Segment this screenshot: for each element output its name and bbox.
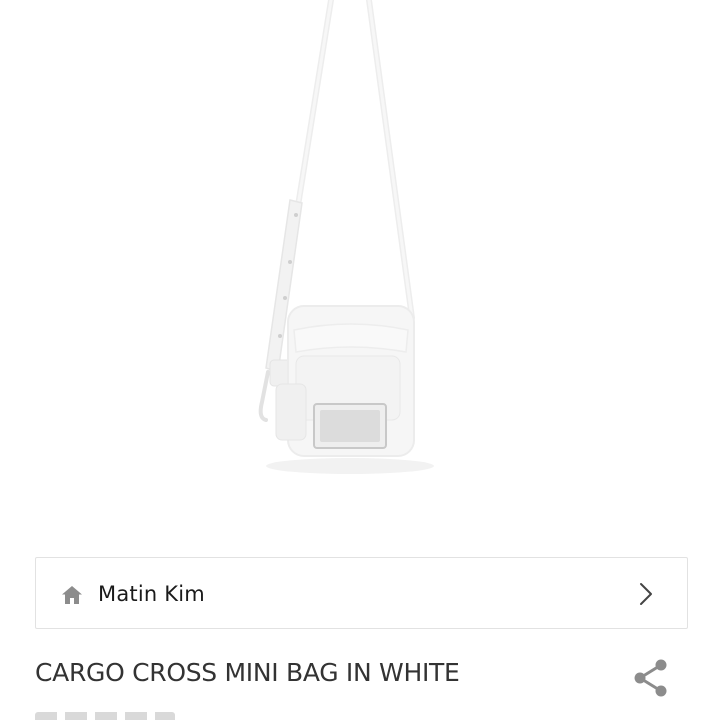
product-page: Matin Kim CARGO CROSS MINI BAG IN WHITE (0, 0, 720, 720)
home-icon (62, 586, 82, 604)
price-partial (35, 712, 175, 720)
brand-name: Matin Kim (98, 582, 205, 606)
share-icon[interactable] (632, 658, 670, 698)
product-title: CARGO CROSS MINI BAG IN WHITE (35, 658, 460, 687)
chevron-right-icon (640, 583, 652, 605)
product-image (258, 0, 434, 474)
brand-link[interactable]: Matin Kim (35, 557, 688, 629)
